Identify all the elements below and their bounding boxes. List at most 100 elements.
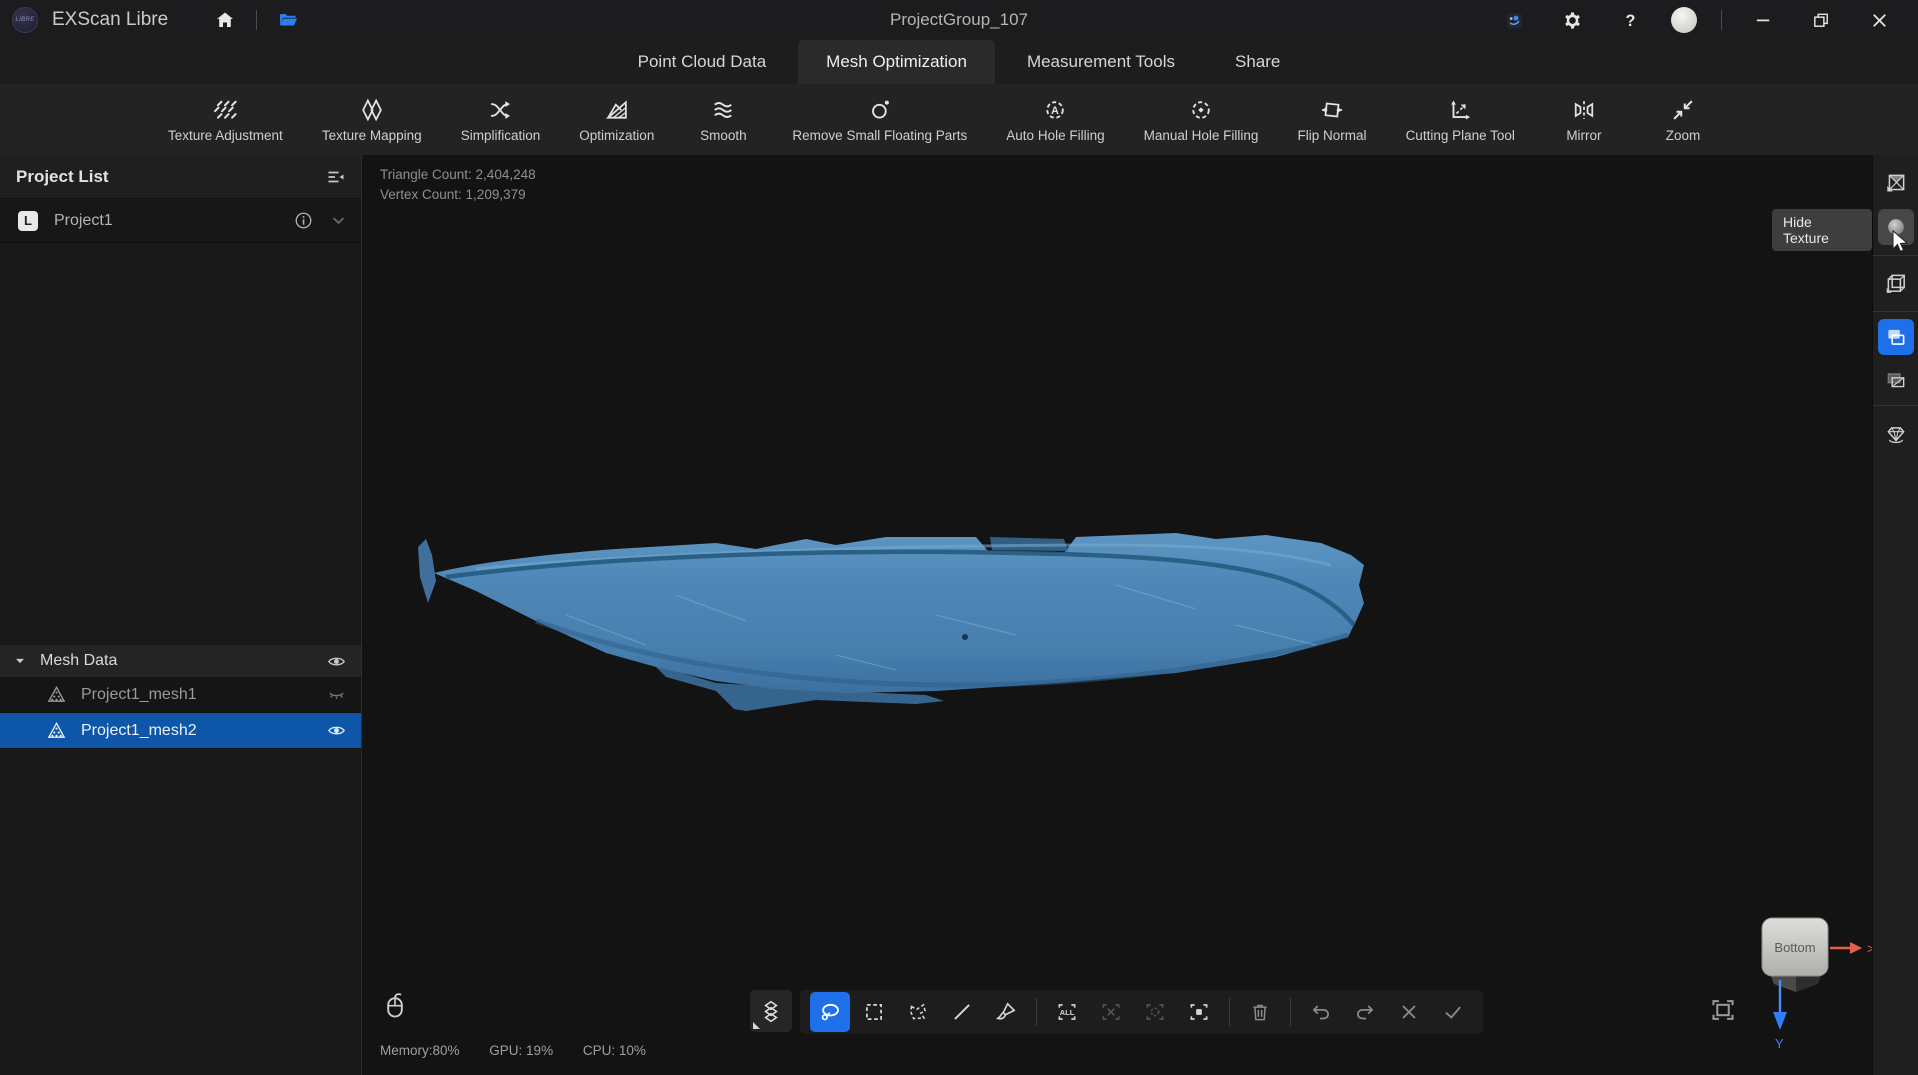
mesh-item-Project1_mesh1[interactable]: Project1_mesh1 [0,677,361,713]
toolbar-cutting-plane-button[interactable]: Cutting Plane Tool [1406,97,1515,143]
toolbar-label: Cutting Plane Tool [1405,127,1515,143]
cutting-plane-icon [1447,97,1473,123]
selection-filter-button[interactable] [750,990,792,1032]
line-select-icon [950,1000,974,1024]
toolbar-mirror-button[interactable]: Mirror [1554,97,1614,143]
rect-select-icon [862,1000,886,1024]
smooth-icon [710,97,736,123]
eye-icon[interactable] [326,720,347,741]
project-row[interactable]: L Project1 [0,199,361,243]
resource-status: Memory:80% GPU: 19% CPU: 10% [380,1043,672,1058]
confirm-button[interactable] [1433,992,1473,1032]
nav-cube-face-label: Bottom [1774,940,1815,955]
material-quality-button[interactable] [1878,417,1914,453]
help-button[interactable]: ? [1613,5,1647,35]
vertex-count: Vertex Count: 1,209,379 [380,187,526,202]
toolbar-texture-mapping-button[interactable]: Texture Mapping [322,97,422,143]
tab-share[interactable]: Share [1207,40,1308,84]
undo-button[interactable] [1301,992,1341,1032]
navigation-cube[interactable]: Bottom > Y [1742,900,1872,1060]
cancel-button[interactable] [1389,992,1429,1032]
texture-mapping-icon [359,97,385,123]
fit-screen-button[interactable] [1708,995,1738,1025]
settings-button[interactable] [1555,5,1589,35]
view-stack-icon [1884,368,1908,392]
mesh-data-header[interactable]: Mesh Data [0,645,361,677]
polygon-select-tool[interactable] [898,992,938,1032]
undo-icon [1309,1000,1333,1024]
community-button[interactable] [1497,5,1531,35]
lasso-select-tool[interactable] [810,992,850,1032]
right-toolbar-divider [1873,311,1918,312]
open-project-button[interactable] [271,5,305,35]
toolbar-label: Auto Hole Filling [1006,127,1105,143]
eye-icon[interactable] [326,651,347,672]
view-perspective-icon [1884,271,1908,295]
viewport-3d[interactable]: Triangle Count: 2,404,248 Vertex Count: … [362,155,1872,1075]
toolbar-label: Zoom [1665,127,1701,143]
rectangle-select-tool[interactable] [854,992,894,1032]
restore-button[interactable] [1804,5,1838,35]
toolbar-label: Texture Adjustment [168,127,283,143]
mouse-controls-hint[interactable] [380,987,410,1023]
caret-down-icon[interactable] [12,653,28,669]
tab-point-cloud-data[interactable]: Point Cloud Data [610,40,795,84]
app-logo-icon: LIBRE [12,7,38,33]
line-select-tool[interactable] [942,992,982,1032]
memory-usage: Memory:80% [380,1043,460,1058]
select-component-button[interactable] [1179,992,1219,1032]
chevron-down-icon[interactable] [328,210,349,231]
toolbar-auto-hole-button[interactable]: A Auto Hole Filling [1006,97,1105,143]
simplification-icon [487,97,513,123]
mesh-item-Project1_mesh2[interactable]: Project1_mesh2 [0,713,361,749]
manual-hole-icon [1188,97,1214,123]
select-all-button[interactable]: ALL [1047,992,1087,1032]
toolbar-label: Flip Normal [1297,127,1367,143]
toolbar-smooth-button[interactable]: Smooth [693,97,753,143]
toolbar-optimization-button[interactable]: Optimization [579,97,654,143]
view-texture-icon [1884,171,1908,195]
mesh-data-title: Mesh Data [40,652,118,669]
tab-mesh-optimization[interactable]: Mesh Optimization [798,40,995,84]
scanned-boat-mesh[interactable] [416,525,1366,715]
minimize-button[interactable] [1746,5,1780,35]
invert-selection-button [1135,992,1175,1032]
toolbar-flip-normal-button[interactable]: Flip Normal [1298,97,1367,143]
toolbar-simplification-button[interactable]: Simplification [461,97,540,143]
optimization-icon [604,97,630,123]
tab-measurement-tools[interactable]: Measurement Tools [999,40,1203,84]
toolbar-manual-hole-button[interactable]: Manual Hole Filling [1143,97,1259,143]
user-avatar[interactable] [1671,7,1697,33]
brush-select-tool[interactable] [986,992,1026,1032]
home-button[interactable] [208,5,242,35]
info-icon[interactable] [293,210,314,231]
titlebar-divider [1721,10,1722,30]
mouse-cursor [1892,230,1909,253]
mesh-stats: Triangle Count: 2,404,248 Vertex Count: … [380,165,536,205]
stack-view-button[interactable] [1878,362,1914,398]
svg-text:A: A [1052,104,1060,116]
perspective-view-button[interactable] [1878,265,1914,301]
collapse-list-icon[interactable] [325,166,347,188]
invert-select-icon [1143,1000,1167,1024]
texture-view-button[interactable] [1878,165,1914,201]
gem-icon [1884,423,1908,447]
flip-normal-icon [1319,97,1345,123]
gpu-usage: GPU: 19% [489,1043,554,1058]
confirm-icon [1441,1000,1465,1024]
delete-selection-button[interactable] [1240,992,1280,1032]
eye-closed-icon[interactable] [326,684,347,705]
redo-button[interactable] [1345,992,1385,1032]
zoom-icon [1670,97,1696,123]
view-overlap-icon [1884,325,1908,349]
overlap-view-button[interactable] [1878,319,1914,355]
toolbar-label: Remove Small Floating Parts [792,127,968,143]
toolbar-texture-adjustment-button[interactable]: Texture Adjustment [168,97,283,143]
toolbar-zoom-button[interactable]: Zoom [1653,97,1713,143]
toolbar-label: Optimization [579,127,655,143]
toolbar-label: Manual Hole Filling [1143,127,1259,143]
close-button[interactable] [1862,5,1896,35]
triangle-count: Triangle Count: 2,404,248 [380,167,536,182]
toolbar-remove-floating-button[interactable]: Remove Small Floating Parts [792,97,967,143]
mirror-icon [1571,97,1597,123]
